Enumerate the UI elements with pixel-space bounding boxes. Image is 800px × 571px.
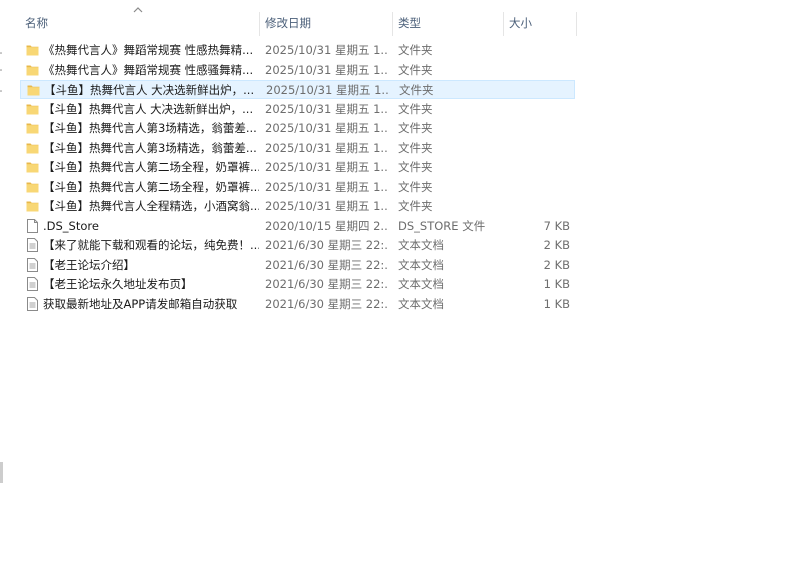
column-header-size[interactable]: 大小	[504, 10, 576, 36]
navigation-pane-scrollbar[interactable]	[0, 462, 3, 483]
file-row[interactable]: 【斗鱼】热舞代言人第二场全程，奶罩裤... 2025/10/31 星期五 1...…	[20, 158, 575, 177]
column-header-type-label: 类型	[398, 16, 421, 30]
file-type: 文件夹	[398, 43, 433, 57]
file-type: 文本文档	[398, 277, 444, 291]
file-row[interactable]: 【斗鱼】热舞代言人第3场精选，翁蕾差... 2025/10/31 星期五 1...…	[20, 139, 575, 158]
folder-icon	[25, 197, 41, 216]
file-row[interactable]: 【斗鱼】热舞代言人全程精选，小酒窝翁... 2025/10/31 星期五 1...…	[20, 197, 575, 216]
file-row[interactable]: 【老王论坛介绍】 2021/6/30 星期三 22:... 文本文档 2 KB	[20, 256, 575, 275]
file-modified-date: 2021/6/30 星期三 22:...	[265, 238, 389, 252]
file-name: 获取最新地址及APP请发邮箱自动获取	[43, 296, 238, 311]
file-name: 【斗鱼】热舞代言人第二场全程，奶罩裤...	[43, 160, 259, 174]
file-type: 文件夹	[398, 140, 433, 155]
file-size	[508, 41, 570, 60]
column-header-bar: 名称 修改日期 类型 大小	[0, 0, 800, 44]
file-type: 文件夹	[398, 62, 433, 77]
file-row[interactable]: 【斗鱼】热舞代言人 大决选新鲜出炉，... 2025/10/31 星期五 1...…	[20, 100, 575, 119]
left-edge-marks	[0, 52, 2, 92]
column-header-name-label: 名称	[25, 16, 48, 30]
file-type: 文件夹	[399, 83, 434, 97]
file-name: .DS_Store	[43, 218, 99, 233]
folder-icon	[25, 158, 41, 177]
file-modified-date: 2025/10/31 星期五 1...	[266, 83, 390, 97]
file-name: 《热舞代言人》舞蹈常规赛 性感骚舞精...	[43, 62, 254, 77]
file-name: 【斗鱼】热舞代言人第二场全程，奶罩裤...	[43, 179, 259, 194]
file-size	[508, 119, 570, 138]
file-modified-date: 2020/10/15 星期四 2...	[265, 218, 389, 233]
folder-icon	[25, 139, 41, 158]
file-name: 【老王论坛介绍】	[43, 257, 135, 272]
folder-icon	[26, 81, 42, 100]
file-modified-date: 2025/10/31 星期五 1...	[265, 140, 389, 155]
file-type: 文件夹	[398, 160, 433, 174]
file-modified-date: 2021/6/30 星期三 22:...	[265, 296, 389, 311]
file-size	[509, 81, 571, 100]
file-modified-date: 2025/10/31 星期五 1...	[265, 160, 389, 174]
file-modified-date: 2025/10/31 星期五 1...	[265, 121, 389, 135]
text-file-icon	[25, 275, 41, 294]
column-header-date[interactable]: 修改日期	[260, 10, 392, 36]
file-modified-date: 2025/10/31 星期五 1...	[265, 179, 389, 194]
column-header-type[interactable]: 类型	[393, 10, 503, 36]
file-size: 7 KB	[543, 218, 570, 233]
file-name: 【斗鱼】热舞代言人第3场精选，翁蕾差...	[43, 121, 257, 135]
file-size: 2 KB	[543, 238, 570, 252]
file-size	[508, 100, 570, 119]
file-size: 2 KB	[543, 257, 570, 272]
file-row[interactable]: 获取最新地址及APP请发邮箱自动获取 2021/6/30 星期三 22:... 文本…	[20, 295, 575, 314]
file-modified-date: 2025/10/31 星期五 1...	[265, 43, 389, 57]
file-modified-date: 2025/10/31 星期五 1...	[265, 62, 389, 77]
file-name: 《热舞代言人》舞蹈常规赛 性感热舞精...	[43, 43, 254, 57]
file-type: 文本文档	[398, 257, 444, 272]
folder-icon	[25, 119, 41, 138]
column-divider[interactable]	[576, 12, 577, 36]
file-size: 1 KB	[543, 296, 570, 311]
file-type: 文本文档	[398, 238, 444, 252]
file-row[interactable]: 【斗鱼】热舞代言人第二场全程，奶罩裤... 2025/10/31 星期五 1...…	[20, 178, 575, 197]
file-size	[508, 178, 570, 197]
file-modified-date: 2021/6/30 星期三 22:...	[265, 277, 389, 291]
file-row[interactable]: 《热舞代言人》舞蹈常规赛 性感热舞精... 2025/10/31 星期五 1...…	[20, 41, 575, 60]
file-icon	[25, 217, 41, 236]
file-type: 文本文档	[398, 296, 444, 311]
column-header-name[interactable]: 名称	[20, 10, 259, 36]
column-header-date-label: 修改日期	[265, 16, 311, 30]
file-row[interactable]: 《热舞代言人》舞蹈常规赛 性感骚舞精... 2025/10/31 星期五 1...…	[20, 61, 575, 80]
file-row[interactable]: .DS_Store 2020/10/15 星期四 2... DS_STORE 文件 7…	[20, 217, 575, 236]
text-file-icon	[25, 256, 41, 275]
folder-icon	[25, 100, 41, 119]
file-name: 【老王论坛永久地址发布页】	[43, 277, 193, 291]
file-size	[508, 197, 570, 216]
file-type: 文件夹	[398, 121, 433, 135]
file-name: 【来了就能下载和观看的论坛，纯免费！...	[43, 238, 259, 252]
file-type: 文件夹	[398, 199, 433, 213]
folder-icon	[25, 41, 41, 60]
file-size: 1 KB	[543, 277, 570, 291]
file-size	[508, 61, 570, 80]
file-name: 【斗鱼】热舞代言人 大决选新鲜出炉，...	[43, 101, 254, 116]
file-modified-date: 2021/6/30 星期三 22:...	[265, 257, 389, 272]
file-modified-date: 2025/10/31 星期五 1...	[265, 101, 389, 116]
file-name: 【斗鱼】热舞代言人第3场精选，翁蕾差...	[43, 140, 257, 155]
file-row[interactable]: 【老王论坛永久地址发布页】 2021/6/30 星期三 22:... 文本文档 1 K…	[20, 275, 575, 294]
text-file-icon	[25, 236, 41, 255]
folder-icon	[25, 178, 41, 197]
text-file-icon	[25, 295, 41, 314]
file-type: 文件夹	[398, 101, 433, 116]
file-row[interactable]: 【斗鱼】热舞代言人第3场精选，翁蕾差... 2025/10/31 星期五 1...…	[20, 119, 575, 138]
folder-icon	[25, 61, 41, 80]
file-row[interactable]: 【来了就能下载和观看的论坛，纯免费！... 2021/6/30 星期三 22:..…	[20, 236, 575, 255]
file-size	[508, 139, 570, 158]
file-size	[508, 158, 570, 177]
file-explorer-window: 名称 修改日期 类型 大小 《热舞代言人》舞蹈常规赛 性感热舞精... 2025/…	[0, 0, 800, 571]
file-type: DS_STORE 文件	[398, 218, 486, 233]
file-name: 【斗鱼】热舞代言人 大决选新鲜出炉，...	[44, 83, 255, 97]
file-modified-date: 2025/10/31 星期五 1...	[265, 199, 389, 213]
file-name: 【斗鱼】热舞代言人全程精选，小酒窝翁...	[43, 199, 259, 213]
file-row[interactable]: 【斗鱼】热舞代言人 大决选新鲜出炉，... 2025/10/31 星期五 1...…	[20, 80, 575, 99]
column-header-size-label: 大小	[509, 16, 532, 30]
file-type: 文件夹	[398, 179, 433, 194]
